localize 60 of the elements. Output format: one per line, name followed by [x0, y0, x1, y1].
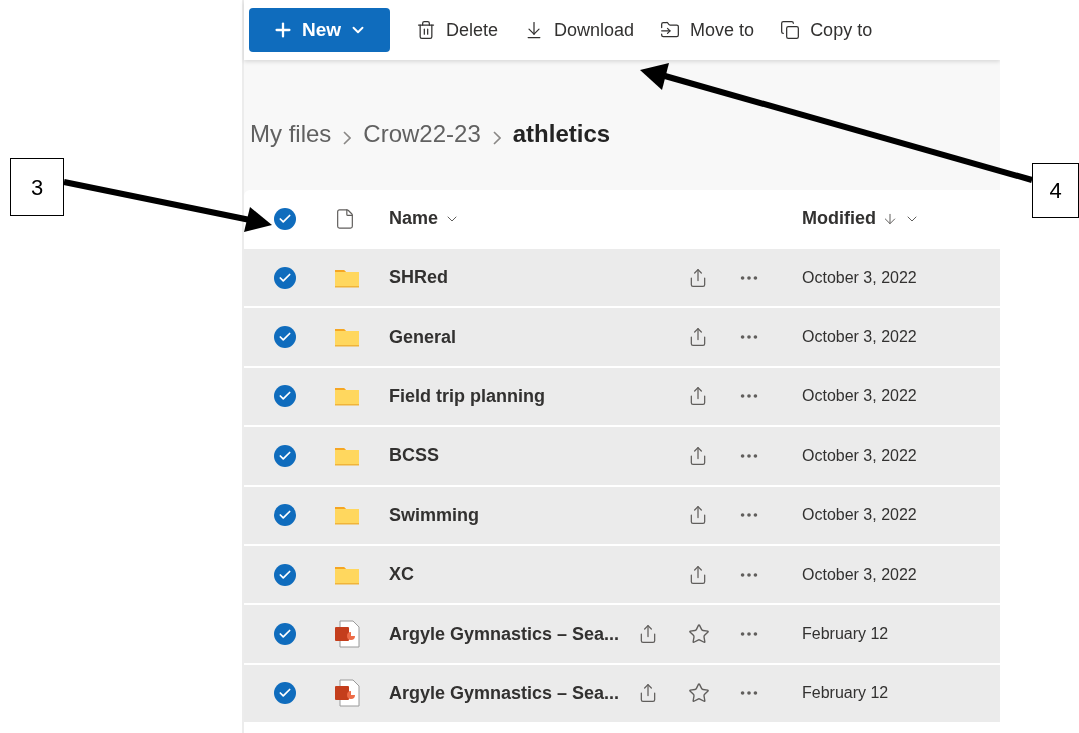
- share-icon[interactable]: [688, 386, 708, 407]
- chevron-right-icon: [492, 131, 501, 145]
- breadcrumb-item[interactable]: athletics: [512, 116, 611, 152]
- file-row[interactable]: SHRed October 3, 2022: [244, 249, 1000, 309]
- file-row[interactable]: Swimming October 3, 2022: [244, 486, 1000, 546]
- file-row[interactable]: Field trip planning October 3, 2022: [244, 367, 1000, 428]
- file-row[interactable]: XC October 3, 2022: [244, 545, 1000, 606]
- modified-date: October 3, 2022: [801, 505, 917, 526]
- file-name[interactable]: Argyle Gymnastics – Sea...: [389, 682, 620, 703]
- file-name[interactable]: BCSS: [389, 445, 439, 466]
- star-icon[interactable]: [688, 623, 710, 646]
- new-button[interactable]: New: [249, 8, 390, 52]
- folder-arrow-icon: [660, 20, 681, 40]
- file-row[interactable]: General October 3, 2022: [244, 308, 1000, 368]
- file-name[interactable]: XC: [389, 564, 414, 585]
- file-name[interactable]: Argyle Gymnastics – Sea...: [389, 623, 620, 644]
- breadcrumb-item[interactable]: Crow22-23: [363, 116, 481, 152]
- modified-date: October 3, 2022: [801, 267, 917, 288]
- modified-date: February 12: [801, 624, 889, 645]
- chevron-right-icon: [343, 131, 352, 145]
- presentation-file-icon: [334, 679, 360, 708]
- folder-icon: [334, 327, 360, 348]
- star-icon[interactable]: [688, 682, 710, 705]
- folder-icon: [334, 386, 360, 407]
- breadcrumb-item[interactable]: My files: [250, 116, 332, 152]
- folder-icon: [334, 564, 360, 585]
- share-icon[interactable]: [688, 505, 708, 526]
- share-icon[interactable]: [638, 624, 658, 645]
- folder-icon: [334, 445, 360, 466]
- modified-date: October 3, 2022: [801, 386, 917, 407]
- file-icon: [334, 207, 356, 230]
- share-icon[interactable]: [688, 327, 708, 348]
- file-name[interactable]: General: [389, 326, 457, 347]
- file-row[interactable]: Argyle Gymnastics – Sea... February 12: [244, 605, 1000, 665]
- callout-label: 4: [1032, 163, 1079, 218]
- folder-icon: [334, 505, 360, 526]
- folder-icon: [334, 267, 360, 288]
- file-row[interactable]: BCSS October 3, 2022: [244, 427, 1000, 487]
- trash-icon: [416, 20, 436, 40]
- modified-date: October 3, 2022: [801, 327, 917, 348]
- callout-label: 3: [10, 158, 64, 216]
- toolbar-button[interactable]: Download: [524, 16, 635, 44]
- toolbar-button[interactable]: Move to: [660, 16, 755, 44]
- toolbar-button[interactable]: Copy to: [780, 16, 873, 44]
- share-icon[interactable]: [638, 683, 658, 704]
- presentation-file-icon: [334, 620, 360, 649]
- share-icon[interactable]: [688, 564, 708, 585]
- file-name[interactable]: SHRed: [389, 267, 448, 288]
- column-header[interactable]: Modified: [802, 205, 920, 232]
- toolbar-button[interactable]: Delete: [416, 16, 499, 44]
- copy-icon: [780, 20, 801, 40]
- share-icon[interactable]: [688, 267, 708, 288]
- file-row[interactable]: Argyle Gymnastics – Sea... February 12: [244, 664, 1000, 725]
- column-header[interactable]: Name: [389, 205, 802, 232]
- modified-date: October 3, 2022: [801, 564, 917, 585]
- file-name[interactable]: Swimming: [389, 504, 479, 525]
- file-name[interactable]: Field trip planning: [389, 385, 545, 406]
- modified-date: February 12: [801, 683, 889, 704]
- share-icon[interactable]: [688, 445, 708, 466]
- modified-date: October 3, 2022: [801, 445, 917, 466]
